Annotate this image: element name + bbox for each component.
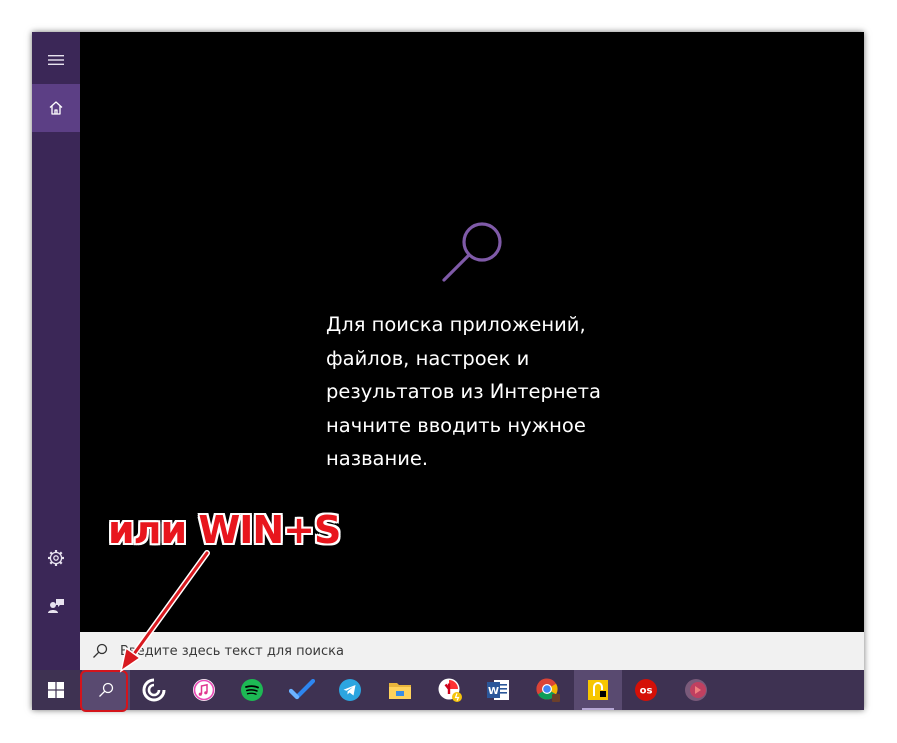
hint-line: Для поиска приложений,: [326, 313, 586, 336]
telegram-icon: [339, 679, 361, 701]
windows-start-icon: [48, 682, 64, 698]
search-input[interactable]: [120, 632, 840, 670]
lastfm-icon: os: [635, 679, 657, 701]
todo-check-icon: [289, 679, 315, 700]
user-feedback-icon: [48, 599, 64, 613]
word-icon: W: [487, 680, 509, 700]
menu-button[interactable]: [32, 36, 80, 84]
search-button-highlight: [80, 670, 128, 712]
taskbar-itunes[interactable]: [180, 670, 228, 710]
gear-icon: [48, 550, 64, 566]
taskbar-telegram[interactable]: [326, 670, 374, 710]
taskbar-spotify[interactable]: [228, 670, 276, 710]
search-magnifier-icon: [442, 222, 502, 282]
taskbar-media-player[interactable]: [672, 670, 720, 710]
taskbar-explorer[interactable]: [376, 670, 424, 710]
notes-app-icon: [588, 680, 608, 700]
taskbar-todo[interactable]: [278, 670, 326, 710]
search-icon: [93, 643, 108, 658]
active-indicator: [582, 708, 614, 710]
taskbar-lastfm[interactable]: os: [622, 670, 670, 710]
hint-line: файлов, настроек и: [326, 346, 530, 370]
hamburger-menu-icon: [48, 55, 64, 65]
hotkey-annotation: или WIN+S: [108, 508, 341, 552]
search-hint: Для поиска приложений, файлов, настроек …: [326, 308, 656, 476]
start-button[interactable]: [32, 670, 80, 710]
taskbar-yandex[interactable]: [426, 670, 474, 710]
hint-line: результатов из Интернета: [326, 380, 601, 403]
search-bar: [80, 632, 864, 670]
taskbar-notes[interactable]: [574, 670, 622, 710]
search-window: Для поиска приложений, файлов, настроек …: [32, 32, 864, 710]
hint-line: название.: [326, 447, 429, 470]
sidebar: [32, 32, 80, 670]
pocket-casts-icon: [142, 678, 166, 702]
taskbar-pocketcasts[interactable]: [130, 670, 178, 710]
svg-text:os: os: [640, 686, 653, 697]
home-icon: [49, 101, 63, 115]
home-button[interactable]: [32, 84, 80, 132]
taskbar-chrome[interactable]: [524, 670, 572, 710]
chrome-icon: [536, 678, 560, 702]
hint-line: начните вводить нужное: [326, 413, 586, 437]
taskbar: W os: [32, 670, 864, 710]
yandex-browser-icon: [438, 678, 462, 702]
itunes-icon: [193, 679, 215, 701]
spotify-icon: [241, 679, 263, 701]
file-explorer-icon: [389, 683, 411, 699]
settings-button[interactable]: [32, 534, 80, 582]
svg-text:W: W: [488, 686, 499, 697]
taskbar-word[interactable]: W: [474, 670, 522, 710]
feedback-button[interactable]: [32, 582, 80, 630]
media-player-icon: [685, 679, 707, 701]
